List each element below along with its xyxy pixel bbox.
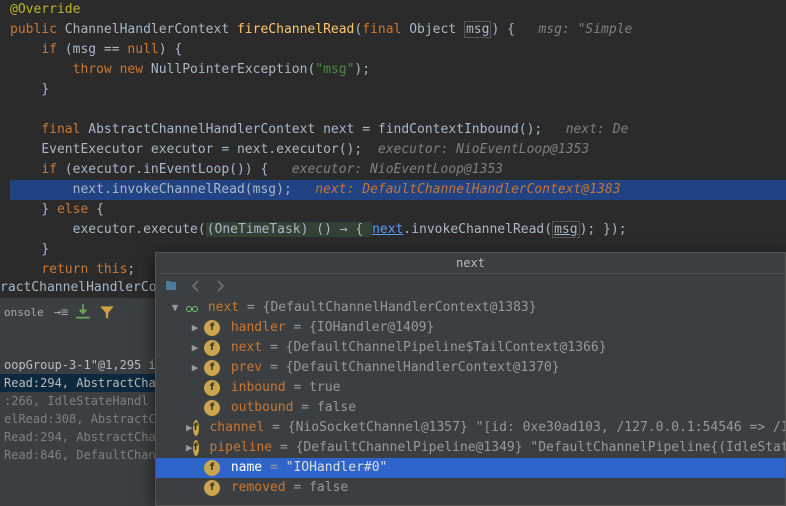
inline-hint: next: De bbox=[566, 122, 629, 137]
chevron-right-icon[interactable]: ▶ bbox=[186, 438, 193, 458]
keyword: public bbox=[10, 22, 65, 37]
back-icon[interactable] bbox=[188, 278, 204, 294]
var-name: inbound bbox=[223, 378, 286, 398]
tree-row[interactable]: ▶f handler = {IOHandler@1409} bbox=[156, 318, 785, 338]
download-icon[interactable] bbox=[74, 303, 92, 321]
var-value: false bbox=[309, 478, 348, 498]
inline-hint: executor: NioEventLoop@1353 bbox=[378, 142, 589, 157]
field-icon: f bbox=[193, 420, 199, 436]
frame-row[interactable]: Read:294, AbstractCha bbox=[0, 428, 155, 446]
tree-row[interactable]: ▶f channel = {NioSocketChannel@1357} "[i… bbox=[156, 418, 785, 438]
chevron-right-icon[interactable]: ▶ bbox=[186, 418, 193, 438]
field-icon: f bbox=[204, 480, 220, 496]
tree-row[interactable]: f name = "IOHandler#0" bbox=[156, 458, 785, 478]
method-name: fireChannelRead bbox=[237, 22, 354, 37]
var-name: outbound bbox=[223, 398, 293, 418]
chevron-down-icon[interactable]: ▼ bbox=[166, 298, 184, 318]
field-icon: f bbox=[193, 440, 199, 456]
var-name: pipeline bbox=[202, 438, 272, 458]
var-value: {DefaultChannelPipeline$TailContext@1366… bbox=[286, 338, 607, 358]
console-toolbar: onsole →≡ bbox=[0, 298, 155, 326]
var-name: name bbox=[223, 458, 262, 478]
field-icon: f bbox=[204, 460, 220, 476]
filter-icon[interactable] bbox=[98, 303, 116, 321]
var-value: {NioSocketChannel@1357} "[id: 0xe30ad103… bbox=[288, 418, 785, 438]
var-value: {DefaultChannelHandlerContext@1370} bbox=[286, 358, 560, 378]
new-folder-icon[interactable] bbox=[164, 278, 180, 294]
code-editor[interactable]: @Override public ChannelHandlerContext f… bbox=[0, 0, 786, 280]
tree-row[interactable]: f outbound = false bbox=[156, 398, 785, 418]
var-name: handler bbox=[223, 318, 286, 338]
frame-row[interactable]: :266, IdleStateHandl bbox=[0, 392, 155, 410]
variable-tree[interactable]: ▼ next = {DefaultChannelHandlerContext@1… bbox=[156, 298, 785, 498]
forward-icon[interactable] bbox=[212, 278, 228, 294]
var-value: false bbox=[317, 398, 356, 418]
chevron-right-icon[interactable]: ▶ bbox=[186, 358, 204, 378]
console-label[interactable]: onsole bbox=[4, 306, 44, 319]
tree-row[interactable]: f inbound = true bbox=[156, 378, 785, 398]
var-name: prev bbox=[223, 358, 262, 378]
tree-row[interactable]: f removed = false bbox=[156, 478, 785, 498]
annotation: @Override bbox=[10, 2, 80, 17]
variable-inspector-popup[interactable]: next ▼ next = {DefaultChannelHandlerCont… bbox=[155, 252, 786, 506]
popup-toolbar bbox=[156, 274, 785, 298]
field-icon: f bbox=[204, 340, 220, 356]
chevron-right-icon[interactable]: ▶ bbox=[186, 318, 204, 338]
tree-row[interactable]: ▼ next = {DefaultChannelHandlerContext@1… bbox=[156, 298, 785, 318]
var-name: next bbox=[200, 298, 239, 318]
var-name: next bbox=[223, 338, 262, 358]
param-msg: msg bbox=[464, 21, 491, 38]
inline-hint: next: DefaultChannelHandlerContext@1383 bbox=[315, 182, 620, 197]
spacer bbox=[186, 378, 204, 398]
spacer bbox=[186, 458, 204, 478]
var-value: "IOHandler#0" bbox=[286, 458, 388, 478]
spacer bbox=[186, 478, 204, 498]
frame-row[interactable]: oopGroup-3-1"@1,295 i bbox=[0, 356, 155, 374]
field-icon: f bbox=[204, 380, 220, 396]
execution-line[interactable]: next.invokeChannelRead(msg); next: Defau… bbox=[10, 180, 786, 200]
tree-row[interactable]: ▶f prev = {DefaultChannelHandlerContext@… bbox=[156, 358, 785, 378]
debug-frames-panel[interactable]: onsole →≡ oopGroup-3-1"@1,295 i Read:294… bbox=[0, 298, 155, 506]
glasses-icon bbox=[184, 300, 200, 316]
var-value: true bbox=[309, 378, 340, 398]
tree-row[interactable]: ▶f pipeline = {DefaultChannelPipeline@13… bbox=[156, 438, 785, 458]
frame-row[interactable]: elRead:308, AbstractC bbox=[0, 410, 155, 428]
var-value: {IOHandler@1409} bbox=[309, 318, 434, 338]
popup-title: next bbox=[156, 253, 785, 274]
frame-row[interactable]: Read:846, DefaultChan bbox=[0, 446, 155, 464]
spacer bbox=[186, 398, 204, 418]
field-icon: f bbox=[204, 320, 220, 336]
frame-row-selected[interactable]: Read:294, AbstractCha bbox=[0, 374, 155, 392]
field-icon: f bbox=[204, 400, 220, 416]
link-next[interactable]: next bbox=[372, 222, 403, 237]
var-value: {DefaultChannelHandlerContext@1383} bbox=[263, 298, 537, 318]
tree-row[interactable]: ▶f next = {DefaultChannelPipeline$TailCo… bbox=[156, 338, 785, 358]
inline-hint: msg: "Simple bbox=[538, 22, 632, 37]
truncated-text: ractChannelHandlerCo bbox=[0, 278, 157, 298]
var-name: removed bbox=[223, 478, 286, 498]
field-icon: f bbox=[204, 360, 220, 376]
var-name: channel bbox=[202, 418, 265, 438]
var-value: {DefaultChannelPipeline@1349} "DefaultCh… bbox=[296, 438, 785, 458]
chevron-right-icon[interactable]: ▶ bbox=[186, 338, 204, 358]
inline-hint: executor: NioEventLoop@1353 bbox=[292, 162, 503, 177]
